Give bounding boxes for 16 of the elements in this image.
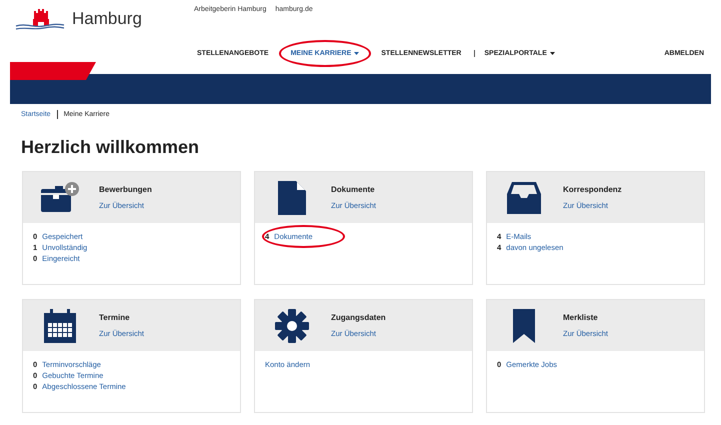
logo-text[interactable]: Hamburg (72, 9, 142, 29)
page-heading: Herzlich willkommen (21, 136, 200, 158)
card-title: Merkliste (563, 313, 599, 322)
card-title: Korrespondenz (563, 185, 622, 194)
document-icon (278, 180, 306, 214)
card-title: Termine (99, 313, 131, 322)
calendar-icon (44, 308, 76, 342)
caret-icon (354, 52, 360, 54)
castle-logo-icon (14, 7, 66, 31)
bookmark-icon (513, 308, 535, 342)
card-title: Dokumente (331, 185, 376, 194)
briefcase-plus-icon (39, 180, 81, 214)
caret-icon (550, 52, 555, 54)
card-title: Bewerbungen (99, 185, 152, 194)
inbox-tray-icon (507, 182, 541, 214)
card-title: Zugangsdaten (331, 313, 386, 322)
